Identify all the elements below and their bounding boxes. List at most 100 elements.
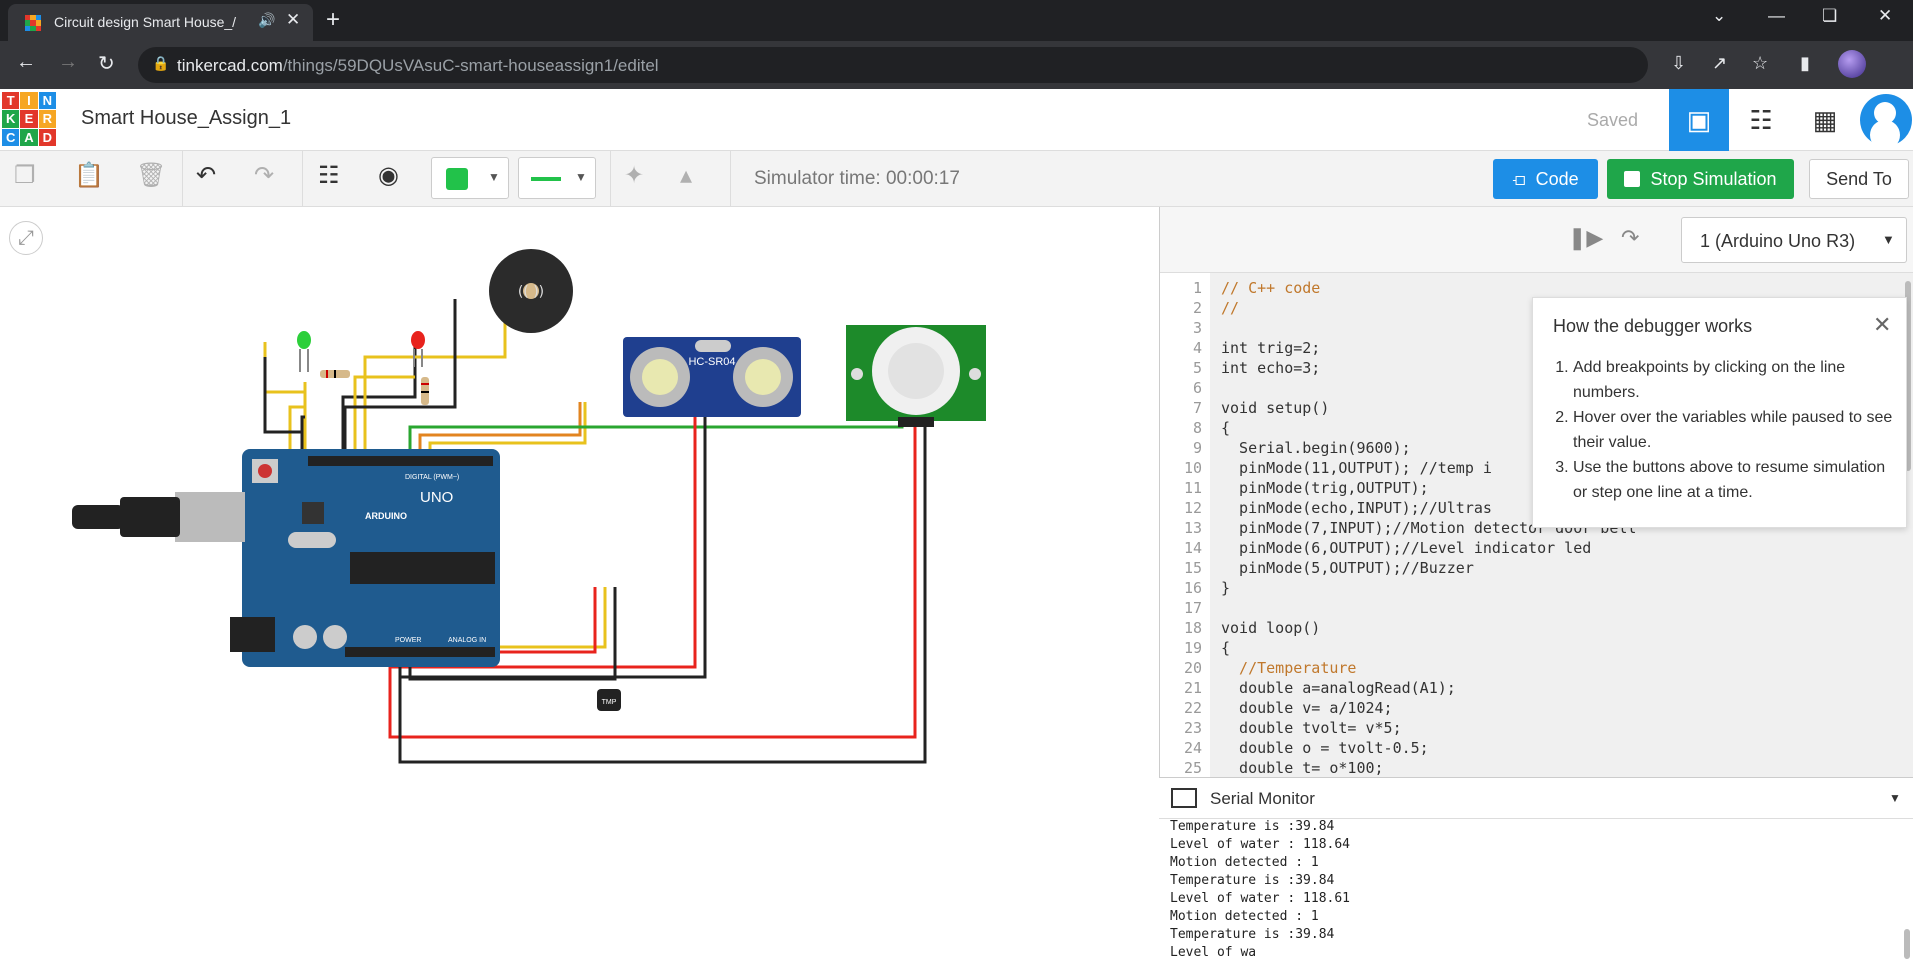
- chevron-down-icon: ▼: [488, 170, 500, 184]
- lock-icon: 🔒: [152, 55, 170, 71]
- send-to-button[interactable]: Send To: [1809, 159, 1909, 199]
- code-text: void setup(): [1221, 399, 1330, 417]
- line-number[interactable]: 4: [1160, 339, 1210, 357]
- share-icon[interactable]: ↗: [1712, 53, 1727, 74]
- code-text: //Temperature: [1221, 659, 1357, 677]
- debugger-help-popup: How the debugger works ✕ Add breakpoints…: [1532, 297, 1907, 528]
- reload-icon[interactable]: ↻: [98, 51, 115, 76]
- stop-simulation-button[interactable]: Stop Simulation: [1607, 159, 1794, 199]
- browser-tab[interactable]: Circuit design Smart House_/ 🔊 ✕: [8, 4, 313, 41]
- component-list-button[interactable]: ▦: [1795, 89, 1855, 151]
- device-select[interactable]: 1 (Arduino Uno R3) ▼: [1681, 217, 1907, 263]
- line-number[interactable]: 17: [1160, 599, 1210, 617]
- browser-tab-strip: Circuit design Smart House_/ 🔊 ✕ + ⌄ — ❏…: [0, 0, 1913, 41]
- line-number[interactable]: 25: [1160, 759, 1210, 777]
- line-number[interactable]: 1: [1160, 279, 1210, 297]
- serial-line: Temperature is :39.84: [1170, 873, 1335, 888]
- logo-letter: N: [38, 92, 56, 110]
- line-number[interactable]: 13: [1160, 519, 1210, 537]
- line-number[interactable]: 14: [1160, 539, 1210, 557]
- close-icon[interactable]: ✕: [1873, 312, 1891, 338]
- color-dropdown[interactable]: ▼: [431, 157, 509, 199]
- notes-icon[interactable]: ☷: [318, 161, 340, 190]
- line-number[interactable]: 12: [1160, 499, 1210, 517]
- visibility-icon[interactable]: ◉: [378, 161, 399, 190]
- undo-icon[interactable]: ↶: [196, 161, 216, 190]
- line-number[interactable]: 24: [1160, 739, 1210, 757]
- ultrasonic-label: HC-SR04: [688, 356, 735, 368]
- restore-icon[interactable]: ❏: [1822, 6, 1837, 26]
- close-window-icon[interactable]: ✕: [1878, 6, 1892, 26]
- back-icon[interactable]: ←: [16, 51, 36, 74]
- code-text: int echo=3;: [1221, 359, 1321, 377]
- line-number[interactable]: 23: [1160, 719, 1210, 737]
- minimize-icon[interactable]: —: [1768, 6, 1785, 26]
- code-text: pinMode(6,OUTPUT);//Level indicator led: [1221, 539, 1592, 557]
- line-number[interactable]: 11: [1160, 479, 1210, 497]
- line-number[interactable]: 9: [1160, 439, 1210, 457]
- line-number[interactable]: 7: [1160, 399, 1210, 417]
- serial-monitor-header[interactable]: Serial Monitor ▼: [1159, 777, 1913, 819]
- redo-icon[interactable]: ↷: [254, 161, 274, 190]
- tab-search-icon[interactable]: ⌄: [1712, 6, 1726, 26]
- copy-icon[interactable]: ❐: [14, 161, 36, 190]
- line-number[interactable]: 19: [1160, 639, 1210, 657]
- code-button[interactable]: ⟤ Code: [1493, 159, 1598, 199]
- step-over-icon[interactable]: ↷: [1621, 225, 1639, 251]
- close-tab-icon[interactable]: ✕: [286, 10, 300, 30]
- url-field[interactable]: 🔒 tinkercad.com/things/59DQUsVAsuC-smart…: [138, 47, 1648, 83]
- sidebar-icon[interactable]: ▮: [1800, 53, 1810, 74]
- tip-item: Add breakpoints by clicking on the line …: [1573, 355, 1903, 405]
- line-number[interactable]: 2: [1160, 299, 1210, 317]
- power-pins-label: POWER: [395, 637, 421, 644]
- piezo-buzzer: (( )): [489, 249, 573, 333]
- logo-letter: T: [2, 92, 20, 110]
- serial-scrollbar[interactable]: [1904, 929, 1910, 959]
- circuit-view-button[interactable]: ▣: [1669, 89, 1729, 151]
- code-text: void loop(): [1221, 619, 1321, 637]
- paste-icon[interactable]: 📋: [74, 161, 104, 190]
- serial-line: Motion detected : 1: [1170, 855, 1319, 870]
- code-text: // C++ code: [1221, 279, 1321, 297]
- tab-title: Circuit design Smart House_/: [54, 14, 237, 30]
- resume-icon[interactable]: ❚▶: [1568, 225, 1603, 251]
- forward-icon[interactable]: →: [58, 51, 78, 74]
- editor-toolbar: ❐ 📋 🗑 ↶ ↷ ☷ ◉ ▼ ▼ ✦ ▴ Simulator time: 00…: [0, 151, 1913, 207]
- popup-title: How the debugger works: [1553, 316, 1753, 336]
- line-number[interactable]: 8: [1160, 419, 1210, 437]
- rotate-icon[interactable]: ✦: [624, 161, 644, 190]
- line-number[interactable]: 5: [1160, 359, 1210, 377]
- speaker-icon[interactable]: 🔊: [258, 12, 275, 29]
- line-number[interactable]: 21: [1160, 679, 1210, 697]
- user-avatar[interactable]: [1860, 94, 1912, 146]
- line-number[interactable]: 18: [1160, 619, 1210, 637]
- line-number[interactable]: 22: [1160, 699, 1210, 717]
- circuit-drawing: (( )) HC-SR04 UNO ARDUINO DIGITAL (PWM~)…: [72, 249, 986, 764]
- chevron-down-icon[interactable]: ▼: [1889, 791, 1901, 805]
- flip-icon[interactable]: ▴: [680, 161, 692, 190]
- line-number[interactable]: 16: [1160, 579, 1210, 597]
- profile-avatar[interactable]: [1838, 50, 1866, 78]
- code-text: pinMode(5,OUTPUT);//Buzzer: [1221, 559, 1474, 577]
- code-text: {: [1221, 639, 1231, 657]
- new-tab-icon[interactable]: +: [326, 6, 340, 34]
- wire-type-dropdown[interactable]: ▼: [518, 157, 596, 199]
- circuit-canvas[interactable]: ⤢ (()) HC-SR04 UNO ARDUINO DIGITAL (PWM…: [0, 207, 1159, 979]
- project-title[interactable]: Smart House_Assign_1: [81, 107, 291, 130]
- bookmark-star-icon[interactable]: ☆: [1752, 53, 1768, 74]
- serial-output[interactable]: Temperature is :39.84 Level of water : 11…: [1159, 819, 1913, 979]
- circuit-icon: ▣: [1686, 104, 1712, 135]
- line-number[interactable]: 3: [1160, 319, 1210, 337]
- line-number[interactable]: 10: [1160, 459, 1210, 477]
- line-number[interactable]: 15: [1160, 559, 1210, 577]
- analog-pins-label: ANALOG IN: [448, 637, 486, 644]
- green-led: [297, 331, 311, 372]
- resistor-2: [421, 377, 429, 405]
- tinkercad-logo[interactable]: T I N K E R C A D: [2, 92, 56, 146]
- line-number[interactable]: 20: [1160, 659, 1210, 677]
- code-button-label: Code: [1535, 168, 1579, 189]
- delete-icon[interactable]: 🗑: [136, 161, 166, 190]
- line-number[interactable]: 6: [1160, 379, 1210, 397]
- schematic-view-button[interactable]: ☷: [1731, 89, 1791, 151]
- install-icon[interactable]: ⇩: [1671, 53, 1686, 74]
